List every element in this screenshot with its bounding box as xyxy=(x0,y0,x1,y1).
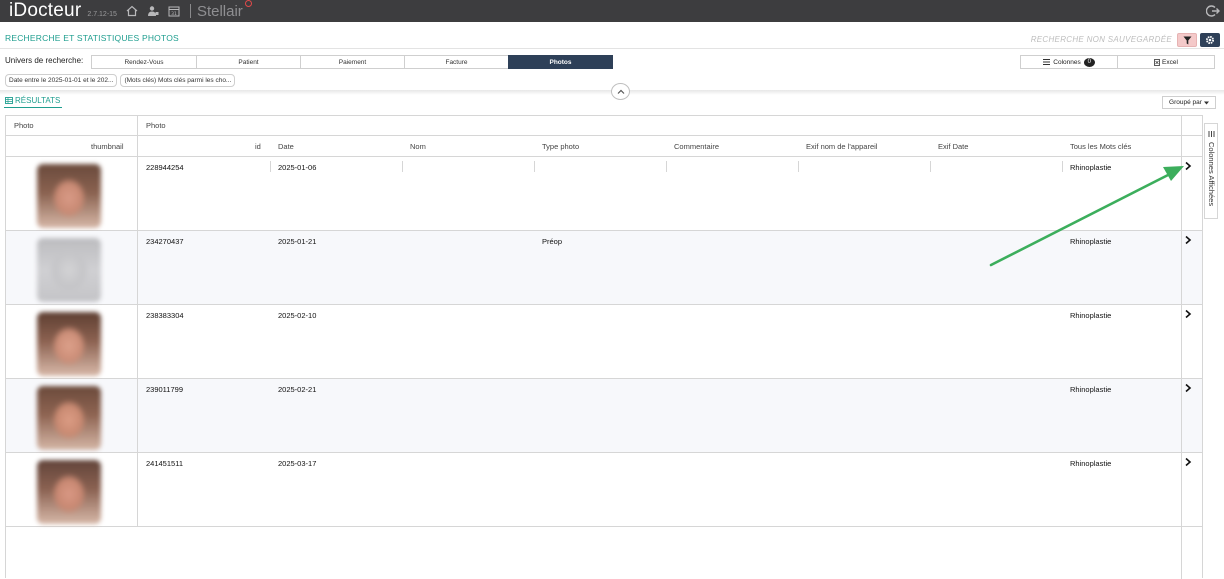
excel-icon xyxy=(1154,58,1160,66)
photo-thumbnail[interactable] xyxy=(37,460,101,524)
colonnes-affichees-tab[interactable]: Colonnes Affichées xyxy=(1204,123,1218,219)
columns-icon xyxy=(1208,131,1215,137)
table-row[interactable]: 241451511 2025-03-17 Rhinoplastie xyxy=(6,453,1202,527)
results-grid: Photo Photo thumbnail id Date Nom Type p… xyxy=(5,115,1203,579)
cell-mots-cles: Rhinoplastie xyxy=(1070,311,1112,320)
colonnes-affichees-label: Colonnes Affichées xyxy=(1207,142,1216,207)
colonnes-count-badge: 0 xyxy=(1083,57,1095,67)
univers-row: Univers de recherche: Rendez-Vous Patien… xyxy=(0,55,1224,69)
grid-column-header: thumbnail id Date Nom Type photo Comment… xyxy=(6,136,1202,172)
list-icon xyxy=(1043,59,1051,65)
top-bar: iDocteur 2.7.12-15 31 Stellair xyxy=(0,0,1224,22)
tab-photos[interactable]: Photos xyxy=(508,55,613,69)
expand-row-icon[interactable] xyxy=(1184,235,1192,245)
cell-mots-cles: Rhinoplastie xyxy=(1070,163,1112,172)
app-brand[interactable]: iDocteur xyxy=(9,0,81,22)
colonnes-button[interactable]: Colonnes 0 xyxy=(1020,55,1118,69)
groupe-par-label: Groupé par xyxy=(1169,99,1202,106)
cell-id: 239011799 xyxy=(146,385,183,394)
cell-id: 238383304 xyxy=(146,311,184,320)
photo-thumbnail[interactable] xyxy=(37,312,101,376)
expand-row-icon[interactable] xyxy=(1184,383,1192,393)
group-header-photo-data: Photo xyxy=(146,121,166,130)
cell-mots-cles: Rhinoplastie xyxy=(1070,385,1112,394)
page-title: RECHERCHE ET STATISTIQUES PHOTOS xyxy=(5,33,179,43)
tab-paiement[interactable]: Paiement xyxy=(300,55,405,69)
results-tab[interactable]: RÉSULTATS xyxy=(5,96,60,105)
column-header-exif-date[interactable]: Exif Date xyxy=(938,136,968,156)
criteria-chip-date[interactable]: Date entre le 2025-01-01 et le 202... xyxy=(5,74,118,87)
column-header-id[interactable]: id xyxy=(255,136,261,156)
tab-facture[interactable]: Facture xyxy=(404,55,509,69)
settings-button[interactable] xyxy=(1200,33,1220,47)
univers-tabs: Rendez-Vous Patient Paiement Facture Pho… xyxy=(91,55,613,69)
expand-row-icon[interactable] xyxy=(1184,161,1192,171)
table-row[interactable]: 234270437 2025-01-21 Préop Rhinoplastie xyxy=(6,231,1202,305)
expand-row-icon[interactable] xyxy=(1184,309,1192,319)
action-column-divider xyxy=(1181,116,1182,579)
cell-id: 234270437 xyxy=(146,237,184,246)
tab-patient[interactable]: Patient xyxy=(196,55,301,69)
cell-type-photo: Préop xyxy=(542,237,563,246)
stellair-status-icon xyxy=(244,0,252,7)
column-header-mots-cles[interactable]: Tous les Mots clés xyxy=(1070,136,1131,156)
criteria-chip-keywords[interactable]: (Mots clés) Mots clés parmi les cho... xyxy=(120,74,236,87)
calendar-icon[interactable]: 31 xyxy=(168,5,180,17)
title-bar: RECHERCHE ET STATISTIQUES PHOTOS RECHERC… xyxy=(0,30,1224,48)
column-header-exif-appareil[interactable]: Exif nom de l'appareil xyxy=(806,136,877,156)
univers-label: Univers de recherche: xyxy=(5,56,84,65)
cell-date: 2025-03-17 xyxy=(278,459,317,468)
filter-icon xyxy=(1183,36,1191,44)
cell-mots-cles: Rhinoplastie xyxy=(1070,237,1112,246)
cell-date: 2025-02-10 xyxy=(278,311,317,320)
table-row[interactable]: 239011799 2025-02-21 Rhinoplastie xyxy=(6,379,1202,453)
column-header-date[interactable]: Date xyxy=(278,136,294,156)
excel-export-button[interactable]: Excel xyxy=(1117,55,1215,69)
home-icon[interactable] xyxy=(126,5,138,17)
collapse-criteria-button[interactable] xyxy=(611,83,630,100)
gear-icon xyxy=(1206,36,1214,44)
tab-rendez-vous[interactable]: Rendez-Vous xyxy=(91,55,197,69)
excel-label: Excel xyxy=(1162,58,1178,66)
cell-date: 2025-02-21 xyxy=(278,385,317,394)
results-label: RÉSULTATS xyxy=(15,96,61,105)
table-row[interactable]: 238383304 2025-02-10 Rhinoplastie xyxy=(6,305,1202,379)
expand-row-icon[interactable] xyxy=(1184,457,1192,467)
app-version: 2.7.12-15 xyxy=(87,10,117,18)
group-header-photo-thumbnail: Photo xyxy=(14,121,34,130)
cell-id: 241451511 xyxy=(146,459,183,468)
chevron-up-icon xyxy=(617,89,624,94)
table-row[interactable]: 228944254 2025-01-06 Rhinoplastie xyxy=(6,157,1202,231)
stellair-label: Stellair xyxy=(196,2,243,20)
filter-button[interactable] xyxy=(1177,33,1197,47)
table-icon xyxy=(5,97,13,104)
photo-thumbnail[interactable] xyxy=(37,386,101,450)
cell-date: 2025-01-21 xyxy=(278,237,317,246)
grid-group-header: Photo Photo xyxy=(6,116,1202,136)
column-header-type-photo[interactable]: Type photo xyxy=(542,136,579,156)
caret-down-icon xyxy=(1203,101,1209,104)
results-tab-underline xyxy=(4,107,62,108)
logout-icon[interactable] xyxy=(1205,4,1220,18)
criteria-chips: Date entre le 2025-01-01 et le 202... (M… xyxy=(5,74,236,87)
colonnes-label: Colonnes xyxy=(1053,58,1081,66)
thumbnail-column-divider xyxy=(137,116,138,527)
column-header-nom[interactable]: Nom xyxy=(410,136,426,156)
photo-thumbnail[interactable] xyxy=(37,238,101,302)
patient-icon[interactable] xyxy=(147,5,159,17)
cell-id: 228944254 xyxy=(146,163,184,172)
column-header-commentaire[interactable]: Commentaire xyxy=(674,136,719,156)
topbar-divider xyxy=(189,4,191,18)
groupe-par-button[interactable]: Groupé par xyxy=(1162,96,1216,109)
title-divider xyxy=(0,48,1224,49)
stellair-link[interactable]: Stellair xyxy=(196,0,252,20)
cell-mots-cles: Rhinoplastie xyxy=(1070,459,1112,468)
column-header-thumbnail[interactable]: thumbnail xyxy=(91,136,124,156)
unsaved-search-label: RECHERCHE NON SAUVEGARDÉE xyxy=(1030,35,1172,44)
cell-date: 2025-01-06 xyxy=(278,163,317,172)
svg-text:31: 31 xyxy=(171,11,177,17)
photo-thumbnail[interactable] xyxy=(37,164,101,228)
